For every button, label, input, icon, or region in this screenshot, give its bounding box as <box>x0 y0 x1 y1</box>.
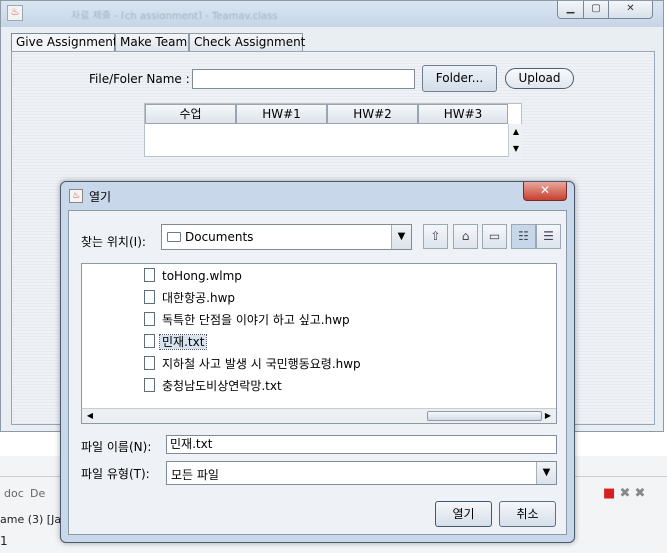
new-folder-icon: ▭ <box>488 229 501 243</box>
tab-make-team[interactable]: Make Team <box>115 33 189 51</box>
scroll-right-icon[interactable]: ▶ <box>541 410 555 422</box>
remove-all-icon[interactable]: ✖ <box>634 486 645 501</box>
folder-button[interactable]: Folder... <box>422 65 497 92</box>
ide-tab-doc[interactable]: doc <box>4 487 24 500</box>
chevron-down-icon[interactable]: ▼ <box>536 462 556 484</box>
folder-icon <box>167 232 181 242</box>
horizontal-scrollbar[interactable]: ◀ ▶ <box>82 408 556 423</box>
column-header-hw3[interactable]: HW#3 <box>418 104 508 124</box>
file-type-combo[interactable]: 모든 파일 ▼ <box>166 461 557 485</box>
list-item[interactable]: 충청남도비상연락망.txt <box>144 376 284 396</box>
tab-give-assignment[interactable]: Give Assignment <box>11 33 118 52</box>
java-app-icon: ♨ <box>7 5 23 21</box>
console-output: 1 <box>0 534 8 548</box>
title-bar: ♨ 자료 제출 - [ch assignment] - Teamav.class… <box>1 1 663 27</box>
column-header-class[interactable]: 수업 <box>145 104 236 124</box>
column-header-hw2[interactable]: HW#2 <box>327 104 418 124</box>
new-folder-button[interactable]: ▭ <box>482 224 507 249</box>
java-dialog-icon: ♨ <box>69 189 83 203</box>
open-button[interactable]: 열기 <box>435 501 492 527</box>
scroll-down-icon[interactable]: ▼ <box>510 143 522 155</box>
file-icon <box>144 290 155 304</box>
file-path-input[interactable] <box>192 69 415 89</box>
cancel-button[interactable]: 취소 <box>499 501 556 527</box>
file-list[interactable]: toHong.wlmp 대한항공.hwp 독특한 단점을 이야기 하고 싶고.h… <box>81 263 557 424</box>
console-title: ame (3) [Jav <box>0 513 68 526</box>
file-icon <box>144 378 155 392</box>
assignment-table: 수업 HW#1 HW#2 HW#3 ▲ ▼ <box>144 103 522 157</box>
dialog-body: 찾는 위치(I): Documents ▼ ⇧ ⌂ ▭ ☷ ☰ toHong.w… <box>68 210 567 535</box>
open-file-dialog: ♨ 열기 ✕ 찾는 위치(I): Documents ▼ ⇧ ⌂ ▭ ☷ ☰ t… <box>60 181 575 543</box>
ide-tab-de[interactable]: De <box>30 487 45 500</box>
file-name-input[interactable]: 민재.txt <box>166 435 557 454</box>
chevron-down-icon[interactable]: ▼ <box>391 225 411 249</box>
dialog-close-button[interactable]: ✕ <box>523 182 567 201</box>
home-icon: ⌂ <box>461 229 470 243</box>
list-item[interactable]: toHong.wlmp <box>144 266 244 286</box>
list-item-selected[interactable]: 민재.txt <box>144 332 208 352</box>
list-item[interactable]: 지하철 사고 발생 시 국민행동요령.hwp <box>144 354 363 374</box>
terminate-icon[interactable]: ■ <box>603 486 615 501</box>
details-view-button[interactable]: ☰ <box>536 224 561 249</box>
column-header-hw1[interactable]: HW#1 <box>236 104 327 124</box>
list-view-icon: ☷ <box>518 229 529 243</box>
details-view-icon: ☰ <box>543 229 554 243</box>
file-icon <box>144 312 155 326</box>
remove-launch-icon[interactable]: ✖ <box>619 486 630 501</box>
scroll-up-icon[interactable]: ▲ <box>510 126 522 138</box>
minimize-button[interactable]: ▁ <box>557 1 584 19</box>
file-icon <box>144 356 155 370</box>
file-icon <box>144 334 155 348</box>
upload-button[interactable]: Upload <box>505 68 574 89</box>
dialog-title: 열기 <box>89 190 112 204</box>
file-name-label: 파일 이름(N): <box>81 440 152 454</box>
tab-check-assignment[interactable]: Check Assignment <box>189 33 305 51</box>
home-button[interactable]: ⌂ <box>453 224 478 249</box>
file-icon <box>144 268 155 282</box>
up-one-level-button[interactable]: ⇧ <box>423 224 448 249</box>
table-scrollbar[interactable]: ▲ ▼ <box>508 124 522 157</box>
look-in-label: 찾는 위치(I): <box>81 235 146 249</box>
look-in-combo[interactable]: Documents ▼ <box>161 224 412 250</box>
look-in-value: Documents <box>185 230 254 244</box>
scroll-left-icon[interactable]: ◀ <box>83 410 97 422</box>
up-folder-icon: ⇧ <box>430 229 441 243</box>
list-item[interactable]: 독특한 단점을 이야기 하고 싶고.hwp <box>144 310 352 330</box>
scrollbar-thumb[interactable] <box>427 411 542 421</box>
file-folder-label: File/Foler Name : <box>89 72 190 86</box>
console-toolbar: ■ ✖ ✖ <box>603 486 645 501</box>
list-item[interactable]: 대한항공.hwp <box>144 288 237 308</box>
file-type-label: 파일 유형(T): <box>81 467 150 481</box>
window-title: 자료 제출 - [ch assignment] - Teamav.class <box>71 11 278 19</box>
close-button[interactable]: ✕ <box>608 1 653 19</box>
file-type-value: 모든 파일 <box>171 468 219 482</box>
maximize-button[interactable]: ▢ <box>583 1 609 19</box>
list-view-button[interactable]: ☷ <box>511 224 536 249</box>
